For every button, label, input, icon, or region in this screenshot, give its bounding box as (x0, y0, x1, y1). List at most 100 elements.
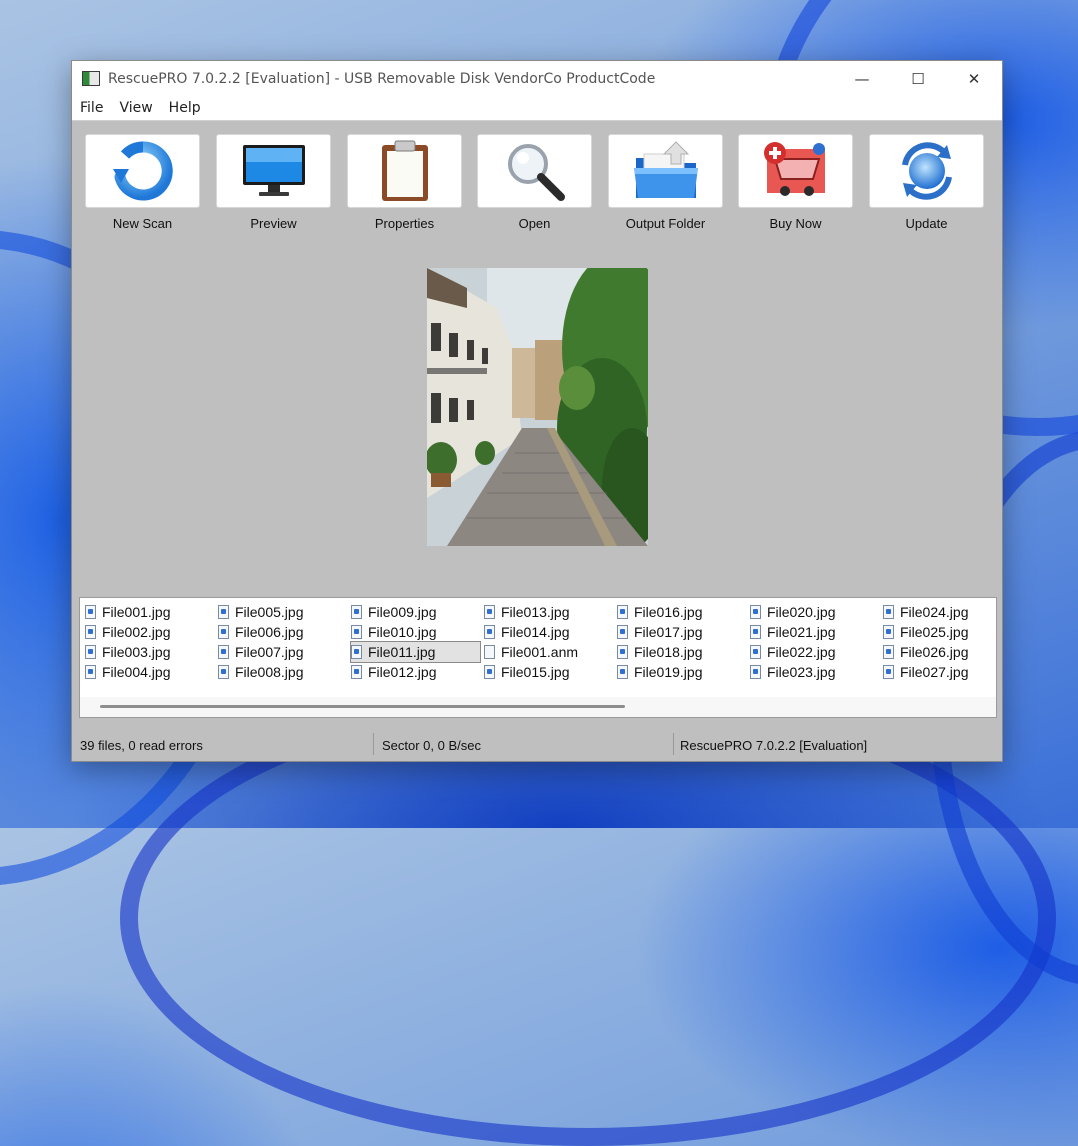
image-file-icon (218, 605, 229, 619)
image-file-icon (85, 605, 96, 619)
image-file-icon (750, 605, 761, 619)
properties-label: Properties (374, 216, 435, 231)
file-list-item[interactable]: File019.jpg (617, 662, 707, 682)
image-file-icon (883, 645, 894, 659)
file-name: File009.jpg (368, 604, 437, 620)
image-file-icon (883, 665, 894, 679)
image-file-icon (484, 605, 495, 619)
minimize-button[interactable]: — (834, 61, 890, 96)
image-file-icon (351, 625, 362, 639)
file-name: File027.jpg (900, 664, 969, 680)
file-list-item[interactable]: File026.jpg (883, 642, 973, 662)
output-folder-button[interactable]: Output Folder (608, 134, 723, 234)
file-list-item[interactable]: File023.jpg (750, 662, 840, 682)
maximize-button[interactable]: ☐ (890, 61, 946, 96)
file-list-item[interactable]: File022.jpg (750, 642, 840, 662)
app-icon (82, 71, 100, 86)
file-list-item[interactable]: File011.jpg (350, 641, 481, 663)
title-bar[interactable]: RescuePRO 7.0.2.2 [Evaluation] - USB Rem… (72, 61, 1002, 96)
blank-file-icon (484, 645, 495, 659)
buy-now-button[interactable]: Buy Now (738, 134, 853, 234)
file-name: File015.jpg (501, 664, 570, 680)
file-list-item[interactable]: File014.jpg (484, 622, 574, 642)
buy-now-label: Buy Now (769, 216, 822, 231)
folder-icon (633, 141, 698, 198)
file-list-item[interactable]: File009.jpg (351, 602, 441, 622)
file-name: File022.jpg (767, 644, 836, 660)
file-name: File019.jpg (634, 664, 703, 680)
new-scan-label: New Scan (112, 216, 173, 231)
update-button[interactable]: Update (869, 134, 984, 234)
image-file-icon (750, 665, 761, 679)
file-list-item[interactable]: File017.jpg (617, 622, 707, 642)
image-file-icon (85, 665, 96, 679)
monitor-icon (242, 145, 305, 196)
file-list-item[interactable]: File021.jpg (750, 622, 840, 642)
open-button[interactable]: Open (477, 134, 592, 234)
file-list-item[interactable]: File003.jpg (85, 642, 175, 662)
image-file-icon (750, 645, 761, 659)
file-list-item[interactable]: File005.jpg (218, 602, 308, 622)
file-list-item[interactable]: File001.anm (484, 642, 582, 662)
file-list-item[interactable]: File024.jpg (883, 602, 973, 622)
status-divider (673, 733, 674, 755)
file-list-item[interactable]: File004.jpg (85, 662, 175, 682)
image-file-icon (85, 625, 96, 639)
toolbar: New Scan Preview Properties Open Output … (85, 134, 990, 244)
menu-view[interactable]: View (111, 100, 160, 116)
preview-image (427, 268, 648, 546)
image-file-icon (351, 605, 362, 619)
file-name: File017.jpg (634, 624, 703, 640)
image-file-icon (85, 645, 96, 659)
status-sector: Sector 0, 0 B/sec (382, 738, 481, 753)
file-list-item[interactable]: File015.jpg (484, 662, 574, 682)
file-name: File004.jpg (102, 664, 171, 680)
file-list-item[interactable]: File008.jpg (218, 662, 308, 682)
file-name: File011.jpg (368, 644, 436, 660)
file-name: File020.jpg (767, 604, 836, 620)
file-name: File007.jpg (235, 644, 304, 660)
menu-bar: File View Help (72, 96, 1002, 121)
image-file-icon (484, 665, 495, 679)
magnifier-icon (507, 144, 565, 201)
file-list-item[interactable]: File016.jpg (617, 602, 707, 622)
image-file-icon (484, 625, 495, 639)
file-name: File010.jpg (368, 624, 437, 640)
file-name: File013.jpg (501, 604, 570, 620)
window-title: RescuePRO 7.0.2.2 [Evaluation] - USB Rem… (108, 70, 656, 87)
new-scan-button[interactable]: New Scan (85, 134, 200, 234)
file-list-item[interactable]: File018.jpg (617, 642, 707, 662)
file-name: File012.jpg (368, 664, 437, 680)
close-button[interactable]: ✕ (946, 61, 1002, 96)
file-name: File001.jpg (102, 604, 171, 620)
file-name: File023.jpg (767, 664, 836, 680)
file-list-item[interactable]: File025.jpg (883, 622, 973, 642)
horizontal-scrollbar[interactable] (80, 697, 996, 717)
app-window: RescuePRO 7.0.2.2 [Evaluation] - USB Rem… (71, 60, 1003, 762)
file-list-item[interactable]: File002.jpg (85, 622, 175, 642)
new-scan-icon (112, 141, 173, 201)
file-list-item[interactable]: File001.jpg (85, 602, 175, 622)
file-list-item[interactable]: File006.jpg (218, 622, 308, 642)
file-name: File016.jpg (634, 604, 703, 620)
file-list[interactable]: File001.jpg File002.jpg File003.jpg File004… (79, 597, 997, 718)
properties-button[interactable]: Properties (347, 134, 462, 234)
file-name: File021.jpg (767, 624, 836, 640)
file-list-item[interactable]: File020.jpg (750, 602, 840, 622)
file-list-item[interactable]: File010.jpg (351, 622, 441, 642)
cart-icon (763, 142, 825, 196)
menu-file[interactable]: File (72, 100, 111, 116)
image-file-icon (617, 645, 628, 659)
update-label: Update (905, 216, 948, 231)
file-list-item[interactable]: File007.jpg (218, 642, 308, 662)
file-list-item[interactable]: File012.jpg (351, 662, 441, 682)
status-version: RescuePRO 7.0.2.2 [Evaluation] (680, 738, 868, 753)
preview-label: Preview (250, 216, 297, 231)
file-name: File002.jpg (102, 624, 171, 640)
file-list-item[interactable]: File027.jpg (883, 662, 973, 682)
scrollbar-thumb[interactable] (100, 705, 625, 708)
menu-help[interactable]: Help (161, 100, 209, 116)
preview-button[interactable]: Preview (216, 134, 331, 234)
file-list-item[interactable]: File013.jpg (484, 602, 574, 622)
image-file-icon (750, 625, 761, 639)
